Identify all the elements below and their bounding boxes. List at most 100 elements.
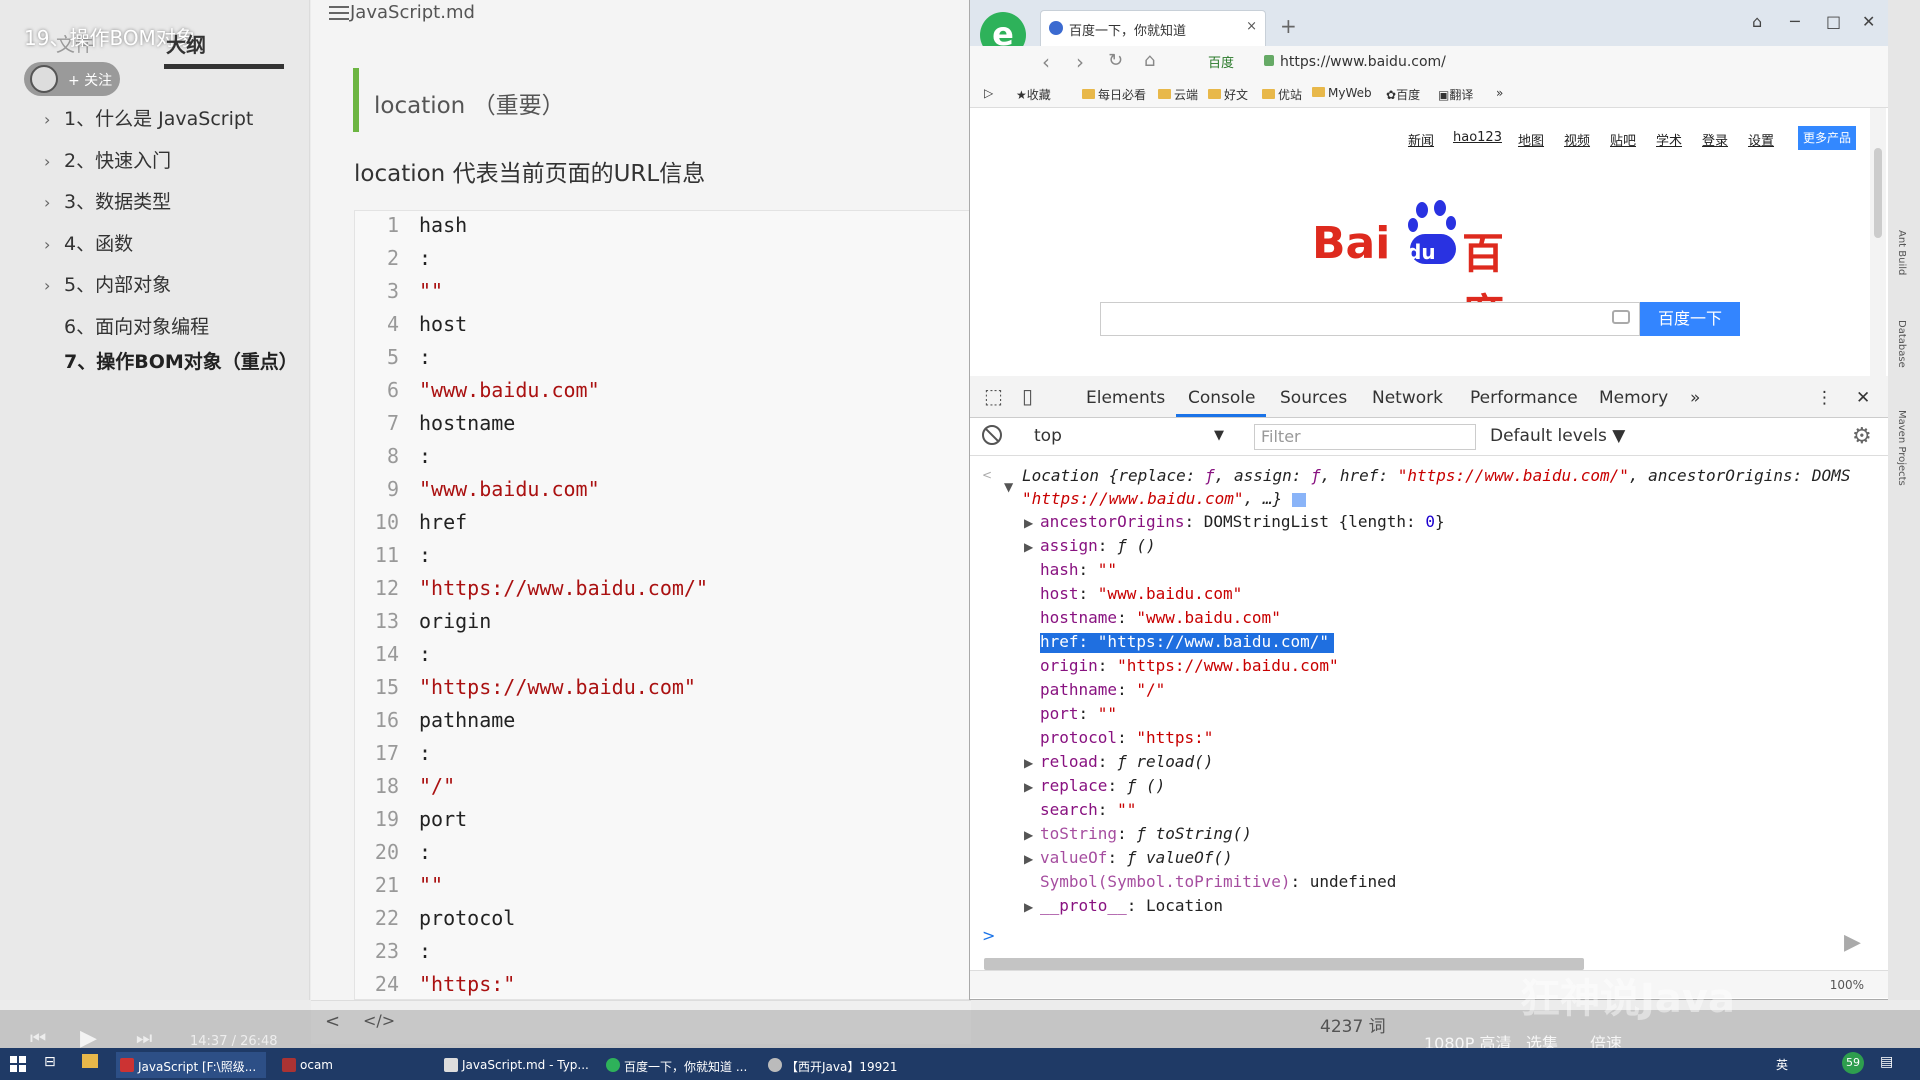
code-block[interactable]: 1 hash 2:3 "" 4 host 5:6 "www.baidu.com" 7 hostna… xyxy=(354,210,974,1000)
bookmark-item[interactable]: ★收藏 xyxy=(1016,86,1051,103)
chevron-right-icon[interactable]: › xyxy=(44,110,64,129)
nav-link-map[interactable]: 地图 xyxy=(1518,130,1544,149)
chevron-right-icon[interactable]: › xyxy=(44,193,64,212)
code-line[interactable]: protocol xyxy=(419,906,515,930)
bookmark-item[interactable]: 云端 xyxy=(1158,86,1198,103)
tab-sources[interactable]: Sources xyxy=(1280,388,1347,408)
shirt-icon[interactable]: ⌂ xyxy=(1752,12,1762,31)
taskbar-item[interactable]: ocam xyxy=(278,1052,428,1078)
console-property[interactable]: __proto__: Location xyxy=(1040,896,1223,915)
code-line[interactable]: : xyxy=(419,741,431,765)
console-prompt[interactable]: > xyxy=(982,926,995,945)
console-property[interactable]: assign: ƒ () xyxy=(1040,536,1156,555)
expand-arrow-icon[interactable]: ▶ xyxy=(1024,516,1033,530)
baidu-logo[interactable]: Bai du 百度 xyxy=(1312,200,1532,339)
notification-badge[interactable]: 59 xyxy=(1842,1052,1864,1074)
sidebar-toggle-icon[interactable]: ▷ xyxy=(984,86,993,100)
code-line[interactable]: : xyxy=(419,444,431,468)
code-line[interactable]: "https://www.baidu.com/" xyxy=(419,576,708,600)
task-view-icon[interactable]: ⊟ xyxy=(44,1054,56,1070)
code-line[interactable]: : xyxy=(419,642,431,666)
more-bookmarks-icon[interactable]: » xyxy=(1496,86,1503,100)
page-scrollbar[interactable] xyxy=(1870,108,1886,376)
dropdown-arrow-icon[interactable]: ▼ xyxy=(1214,428,1224,443)
bookmark-item[interactable]: 优站 xyxy=(1262,86,1302,103)
outline-item[interactable]: › 4、函数 xyxy=(44,229,133,256)
reload-icon[interactable]: ↻ xyxy=(1108,50,1123,71)
bookmark-item[interactable]: MyWeb xyxy=(1312,86,1372,100)
ant-build-tool[interactable]: Ant Build xyxy=(1896,230,1907,275)
search-button[interactable]: 百度一下 xyxy=(1640,302,1740,336)
tab-network[interactable]: Network xyxy=(1372,388,1443,408)
gear-icon[interactable]: ⚙ xyxy=(1852,424,1872,449)
bookmark-item[interactable]: 好文 xyxy=(1208,86,1248,103)
taskbar-item[interactable]: 【西开Java】19921 xyxy=(764,1052,914,1078)
code-line[interactable]: : xyxy=(419,840,431,864)
code-line[interactable]: "www.baidu.com" xyxy=(419,378,600,402)
code-line[interactable]: origin xyxy=(419,609,491,633)
code-line[interactable]: href xyxy=(419,510,467,534)
code-line[interactable]: : xyxy=(419,246,431,270)
code-line[interactable]: port xyxy=(419,807,467,831)
floating-play-button[interactable]: ▶ xyxy=(1826,918,1878,970)
tab-memory[interactable]: Memory xyxy=(1599,388,1668,408)
nav-link-tieba[interactable]: 贴吧 xyxy=(1610,130,1636,149)
tab-elements[interactable]: Elements xyxy=(1086,388,1165,408)
nav-link-news[interactable]: 新闻 xyxy=(1408,130,1434,149)
log-levels-select[interactable]: Default levels ▼ xyxy=(1490,426,1625,446)
home-icon[interactable]: ⌂ xyxy=(1144,50,1155,71)
close-tab-icon[interactable]: × xyxy=(1246,19,1257,34)
maven-tool[interactable]: Maven Projects xyxy=(1896,410,1907,486)
code-line[interactable]: host xyxy=(419,312,467,336)
database-tool[interactable]: Database xyxy=(1896,320,1907,368)
new-tab-icon[interactable]: + xyxy=(1280,14,1297,38)
console-property[interactable]: href: "https://www.baidu.com/" xyxy=(1040,632,1329,651)
windows-start-icon[interactable] xyxy=(10,1056,26,1072)
expand-arrow-icon[interactable]: ▶ xyxy=(1024,852,1033,866)
ime-indicator[interactable]: 英 xyxy=(1776,1056,1788,1073)
chevron-right-icon[interactable]: › xyxy=(44,276,64,295)
expand-arrow-icon[interactable]: ▶ xyxy=(1024,756,1033,770)
close-devtools-icon[interactable]: ✕ xyxy=(1856,388,1870,408)
url-input[interactable]: https://www.baidu.com/ xyxy=(1264,50,1704,76)
console-property[interactable]: origin: "https://www.baidu.com" xyxy=(1040,656,1339,675)
explorer-icon[interactable] xyxy=(82,1054,98,1068)
console-property[interactable]: hostname: "www.baidu.com" xyxy=(1040,608,1281,627)
console-property[interactable]: ancestorOrigins: DOMStringList {length: … xyxy=(1040,512,1445,531)
tab-console[interactable]: Console xyxy=(1188,388,1256,408)
tab-outline[interactable]: 大纲 xyxy=(166,29,206,58)
code-line[interactable]: : xyxy=(419,543,431,567)
search-input[interactable] xyxy=(1100,302,1640,336)
code-line[interactable]: : xyxy=(419,939,431,963)
maximize-icon[interactable]: □ xyxy=(1826,12,1841,31)
console-object-header[interactable]: Location {replace: ƒ, assign: ƒ, href: "… xyxy=(1022,466,1850,485)
kebab-menu-icon[interactable]: ⋮ xyxy=(1816,388,1833,408)
taskbar-item[interactable]: JavaScript.md - Typ... xyxy=(440,1052,590,1078)
nav-link-login[interactable]: 登录 xyxy=(1702,130,1728,149)
code-line[interactable]: "" xyxy=(419,279,443,303)
console-property[interactable]: pathname: "/" xyxy=(1040,680,1165,699)
clear-console-icon[interactable] xyxy=(982,425,1002,445)
outline-item[interactable]: › 5、内部对象 xyxy=(44,270,171,297)
outline-item[interactable]: 6、面向对象编程 xyxy=(44,312,209,339)
console-property[interactable]: search: "" xyxy=(1040,800,1136,819)
more-tabs-icon[interactable]: » xyxy=(1690,388,1700,408)
taskbar-item[interactable]: 百度一下，你就知道 ... xyxy=(602,1052,752,1078)
bookmark-item[interactable]: 每日必看 xyxy=(1082,86,1146,103)
outline-item[interactable]: › 3、数据类型 xyxy=(44,187,171,214)
nav-link-settings[interactable]: 设置 xyxy=(1748,130,1774,149)
info-icon[interactable] xyxy=(1291,492,1306,507)
prev-video-icon[interactable]: ⏮ xyxy=(30,1028,46,1049)
bookmark-item[interactable]: ✿百度 xyxy=(1386,86,1420,103)
nav-link-scholar[interactable]: 学术 xyxy=(1656,130,1682,149)
console-property[interactable]: toString: ƒ toString() xyxy=(1040,824,1252,843)
browser-tab[interactable]: 百度一下，你就知道 × xyxy=(1040,10,1266,46)
console-property[interactable]: protocol: "https:" xyxy=(1040,728,1213,747)
menu-icon[interactable] xyxy=(329,6,349,20)
next-video-icon[interactable]: ⏭ xyxy=(136,1028,152,1049)
context-selector[interactable]: top xyxy=(1034,426,1062,446)
nav-link-video[interactable]: 视频 xyxy=(1564,130,1590,149)
code-line[interactable]: hash xyxy=(419,213,467,237)
console-property[interactable]: valueOf: ƒ valueOf() xyxy=(1040,848,1233,867)
code-line[interactable]: "www.baidu.com" xyxy=(419,477,600,501)
